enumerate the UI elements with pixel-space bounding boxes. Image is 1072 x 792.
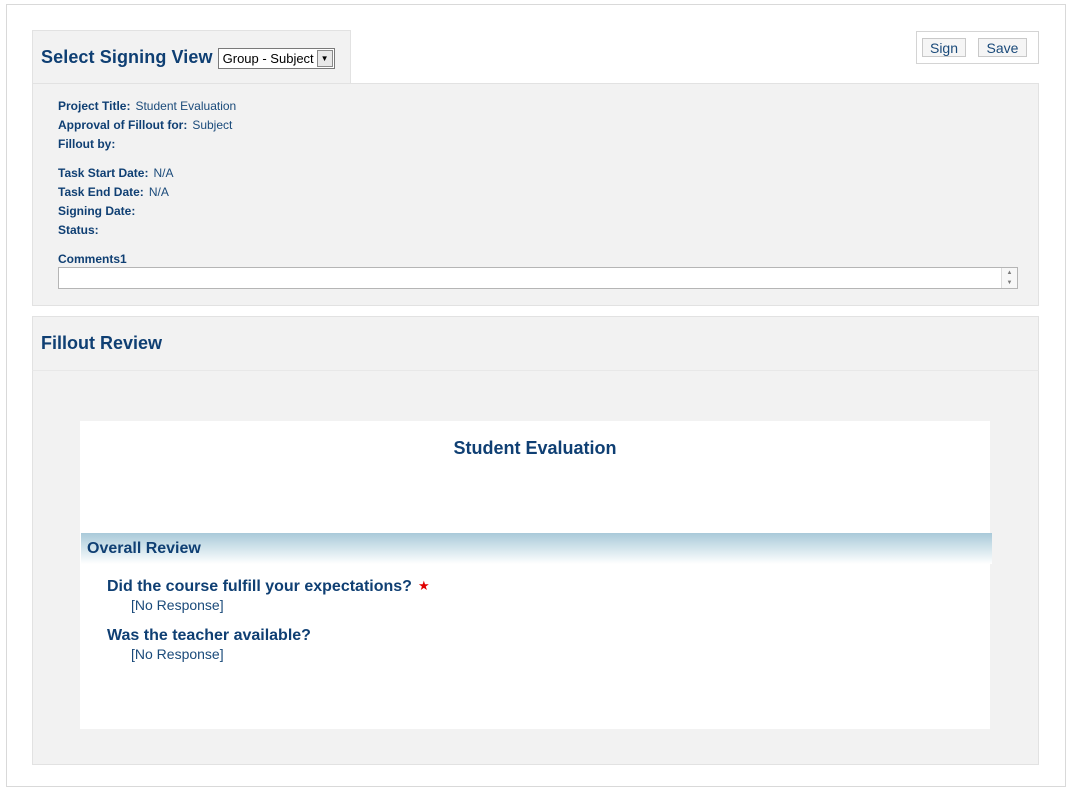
task-end-label: Task End Date: xyxy=(58,185,144,199)
signing-view-title: Select Signing View xyxy=(41,46,213,67)
action-toolbar: Sign Save xyxy=(916,31,1039,64)
question-1: Did the course fulfill your expectations… xyxy=(107,578,430,596)
section-header: Overall Review xyxy=(81,533,992,564)
chevron-down-icon[interactable]: ▼ xyxy=(316,49,333,67)
status-row: Status: xyxy=(58,223,99,237)
project-title-value: Student Evaluation xyxy=(135,99,237,113)
question-2: Was the teacher available? xyxy=(107,627,311,645)
task-end-value: N/A xyxy=(148,185,169,199)
fillout-review-header: Fillout Review xyxy=(32,316,1039,371)
task-start-value: N/A xyxy=(153,166,174,180)
signing-info-panel: Project Title: Student Evaluation Approva… xyxy=(32,83,1039,306)
section-title: Overall Review xyxy=(87,539,201,557)
answer-2: [No Response] xyxy=(131,646,224,662)
task-end-row: Task End Date: N/A xyxy=(58,185,169,199)
question-2-text: Was the teacher available? xyxy=(107,627,311,644)
fillout-by-row: Fillout by: xyxy=(58,137,115,151)
comments-scrollbar[interactable]: ▲ ▼ xyxy=(1001,268,1017,288)
approval-label: Approval of Fillout for: xyxy=(58,118,188,132)
comments-label-row: Comments1 xyxy=(58,252,127,266)
question-1-text: Did the course fulfill your expectations… xyxy=(107,578,412,595)
sign-button[interactable]: Sign xyxy=(922,38,966,57)
task-start-label: Task Start Date: xyxy=(58,166,149,180)
signing-view-selected-value: Group - Subject xyxy=(222,50,314,66)
comments-label: Comments1 xyxy=(58,252,127,266)
form-card: Student Evaluation xyxy=(80,421,990,729)
save-button[interactable]: Save xyxy=(978,38,1027,57)
scroll-down-icon[interactable]: ▼ xyxy=(1007,280,1013,286)
fillout-by-label: Fillout by: xyxy=(58,137,116,151)
signing-view-select[interactable]: Group - Subject ▼ xyxy=(217,47,335,69)
task-start-row: Task Start Date: N/A xyxy=(58,166,174,180)
signing-date-label: Signing Date: xyxy=(58,204,136,218)
scroll-up-icon[interactable]: ▲ xyxy=(1007,270,1013,276)
comments-textarea[interactable] xyxy=(58,267,1018,289)
answer-1: [No Response] xyxy=(131,597,224,613)
project-title-row: Project Title: Student Evaluation xyxy=(58,99,236,113)
project-title-label: Project Title: xyxy=(58,99,131,113)
approval-row: Approval of Fillout for: Subject xyxy=(58,118,232,132)
signing-date-row: Signing Date: xyxy=(58,204,135,218)
form-title: Student Evaluation xyxy=(453,438,617,458)
required-star-icon: ★ xyxy=(417,578,430,593)
status-label: Status: xyxy=(58,223,99,237)
signing-view-header: Select Signing View Group - Subject ▼ xyxy=(32,30,351,83)
fillout-review-title: Fillout Review xyxy=(41,333,163,353)
approval-value: Subject xyxy=(192,118,233,132)
